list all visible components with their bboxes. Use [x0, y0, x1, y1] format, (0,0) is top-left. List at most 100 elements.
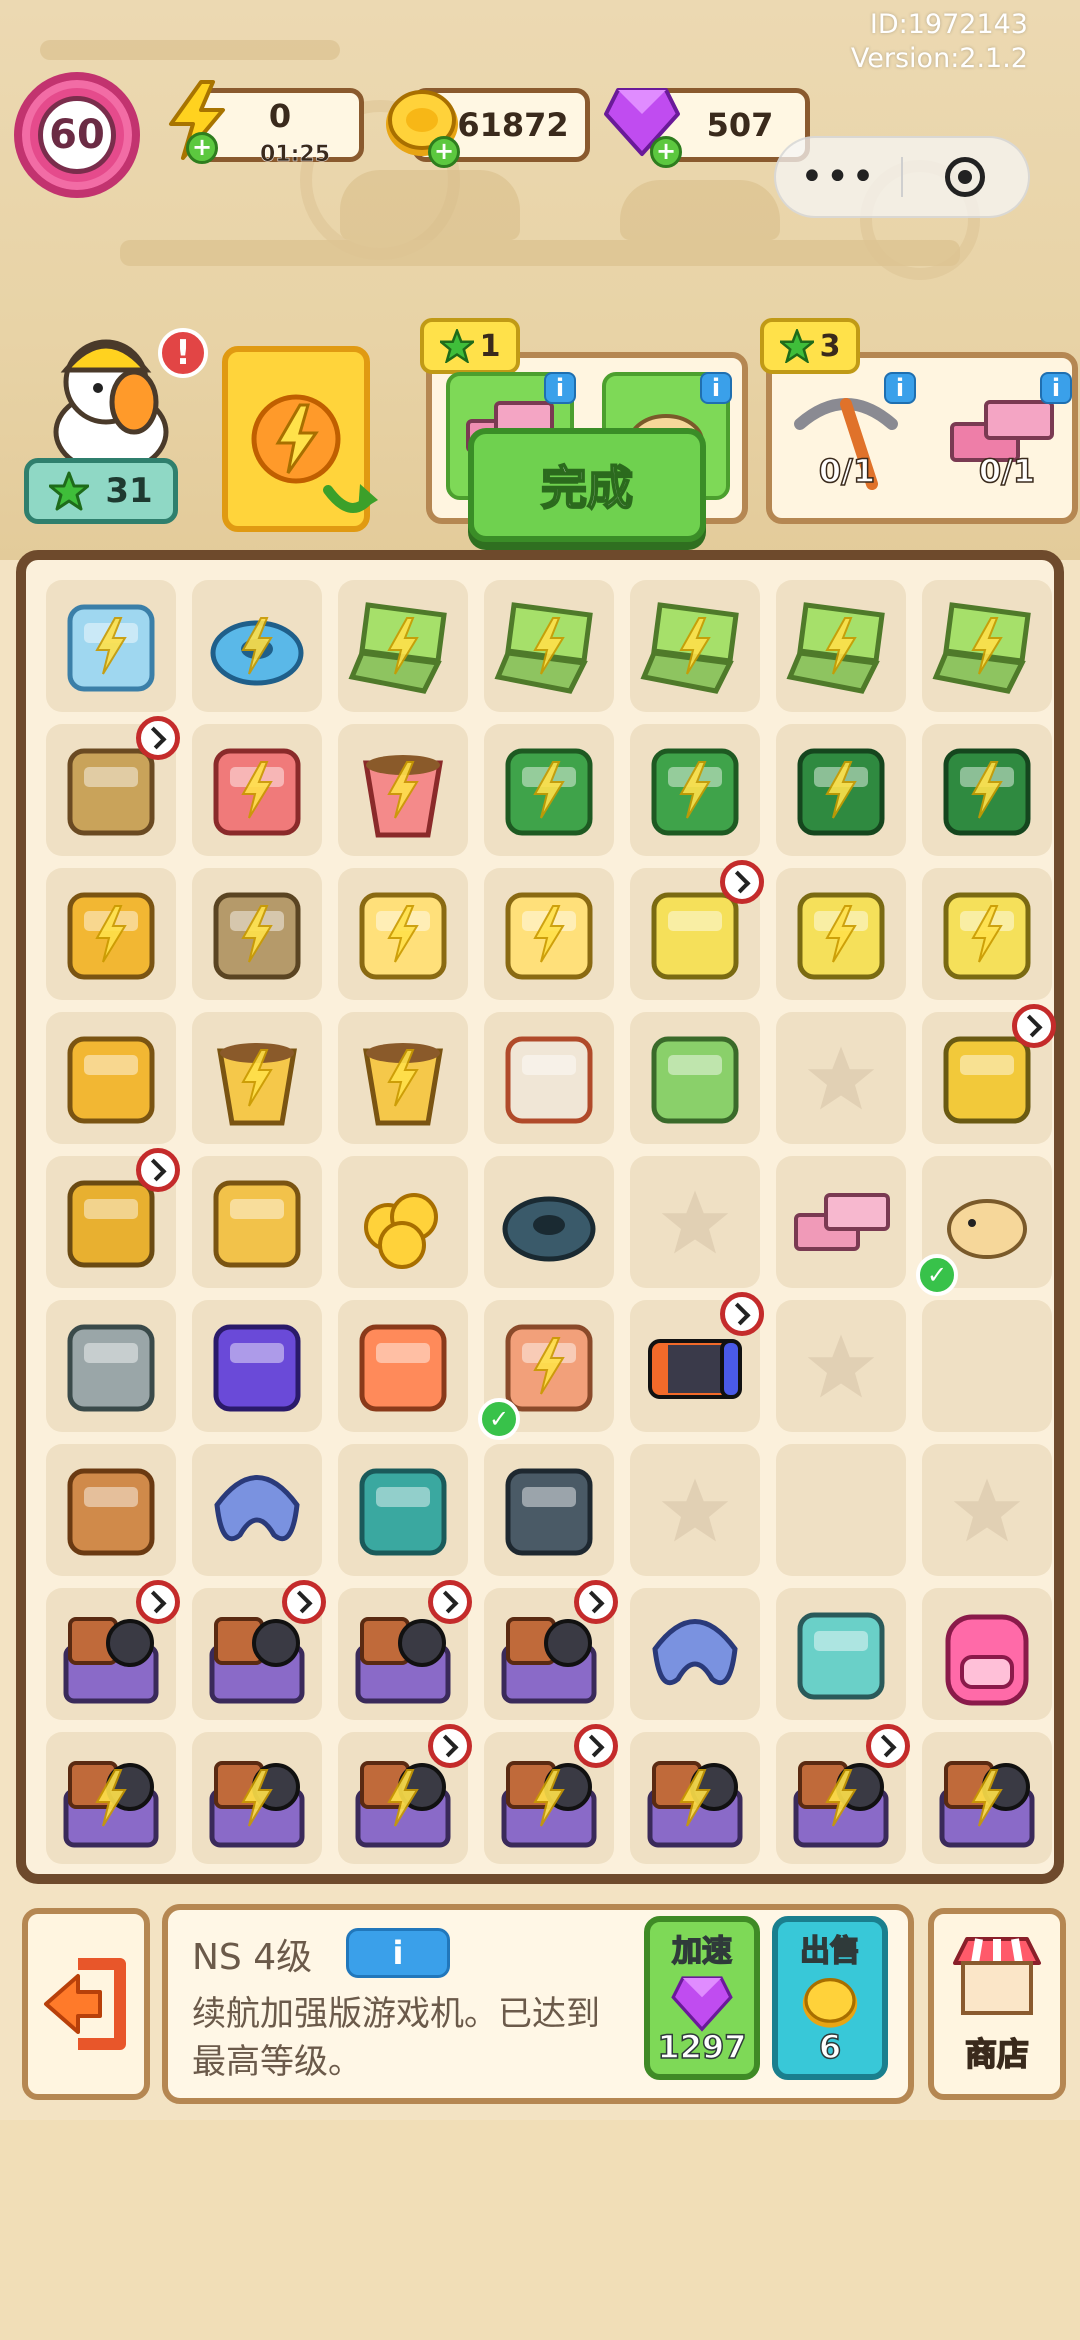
alert-icon[interactable]: !: [158, 328, 208, 378]
board-cell[interactable]: ✓: [916, 1156, 1052, 1296]
board-cell[interactable]: [46, 1580, 180, 1720]
energy-timer: 01:25: [259, 142, 331, 168]
board-cell[interactable]: [46, 1012, 176, 1144]
merge-bolt-icon: [971, 761, 1003, 819]
leather-stool-icon: [52, 1451, 170, 1569]
spray-bottle-icon: [636, 1019, 754, 1137]
board-cell[interactable]: [630, 1732, 760, 1864]
board-cell[interactable]: [192, 1012, 322, 1144]
board-cell[interactable]: [484, 1156, 614, 1288]
paint-can-icon: [490, 1019, 608, 1137]
board-cell[interactable]: ✓: [478, 1300, 614, 1440]
board-cell[interactable]: [46, 1732, 176, 1864]
sell-button[interactable]: 出售 6: [772, 1916, 888, 2080]
board-cell[interactable]: [192, 1300, 322, 1432]
board-cell[interactable]: [630, 1588, 760, 1720]
board-cell[interactable]: [338, 1012, 468, 1144]
more-dots-icon[interactable]: •••: [776, 154, 901, 200]
board-cell[interactable]: [484, 1012, 614, 1144]
item-info-button[interactable]: i: [346, 1928, 450, 1978]
board-cell[interactable]: [776, 1588, 906, 1720]
board-cell[interactable]: [922, 1588, 1052, 1720]
board-cell[interactable]: [484, 580, 614, 712]
add-energy-button[interactable]: +: [186, 132, 218, 164]
info-icon[interactable]: i: [884, 372, 916, 404]
board-cell[interactable]: [338, 1444, 468, 1576]
timer-icon: [136, 1148, 180, 1192]
board-cell[interactable]: [192, 1580, 326, 1720]
board-cell[interactable]: [192, 724, 322, 856]
board-cell[interactable]: [46, 716, 180, 856]
merge-bolt-icon: [533, 1337, 565, 1395]
merge-bolt-icon: [387, 905, 419, 963]
info-icon[interactable]: i: [1040, 372, 1072, 404]
board-cell[interactable]: [922, 724, 1052, 856]
merge-bolt-icon: [533, 1769, 565, 1827]
shop-button[interactable]: 商店: [928, 1908, 1066, 2100]
board-cell-blank[interactable]: [922, 1300, 1052, 1432]
board-cell[interactable]: [776, 1300, 906, 1432]
board-cell[interactable]: [46, 1148, 180, 1288]
board-cell[interactable]: [776, 1012, 906, 1144]
exit-button[interactable]: [22, 1908, 150, 2100]
board-cell[interactable]: [338, 1300, 468, 1432]
board-cell[interactable]: [192, 1156, 322, 1288]
board-cell[interactable]: [776, 1724, 910, 1864]
board-cell[interactable]: [776, 868, 906, 1000]
empty-slot-star-icon: [661, 1190, 729, 1254]
board-cell[interactable]: [922, 868, 1052, 1000]
board-cell[interactable]: [338, 1580, 472, 1720]
board-cell[interactable]: [338, 1156, 468, 1288]
board-cell[interactable]: [922, 1004, 1056, 1144]
target-circle-icon[interactable]: [903, 157, 1028, 197]
board-cell[interactable]: [484, 724, 614, 856]
miniprogram-capsule: •••: [774, 136, 1030, 218]
board-cell[interactable]: [46, 1444, 176, 1576]
board-cell-blank[interactable]: [776, 1444, 906, 1576]
board-cell[interactable]: [630, 1444, 760, 1576]
board-cell[interactable]: [484, 868, 614, 1000]
board-cell[interactable]: [46, 868, 176, 1000]
merge-bolt-icon: [241, 905, 273, 963]
board-cell[interactable]: [338, 868, 468, 1000]
board-cell[interactable]: [922, 1444, 1052, 1576]
timer-icon: [428, 1724, 472, 1768]
board-cell[interactable]: [630, 1292, 764, 1432]
board-cell[interactable]: [46, 580, 176, 712]
board-cell[interactable]: [484, 1580, 618, 1720]
board-cell[interactable]: [630, 724, 760, 856]
empty-slot-star-icon: [807, 1046, 875, 1110]
headphones-icon: [344, 1307, 462, 1425]
board-cell[interactable]: [484, 1724, 618, 1864]
board-cell[interactable]: [630, 860, 764, 1000]
complete-quest-button[interactable]: 完成: [468, 428, 706, 542]
board-cell[interactable]: [338, 1724, 472, 1864]
board-cell[interactable]: [776, 1156, 906, 1288]
speedup-button[interactable]: 加速 1297: [644, 1916, 760, 2080]
board-cell[interactable]: [922, 1732, 1052, 1864]
quest-2-pickaxe-progress: 0/1: [818, 451, 876, 491]
merge-bolt-icon: [825, 905, 857, 963]
board-cell[interactable]: [192, 1444, 322, 1576]
player-level-badge[interactable]: 60: [14, 72, 140, 198]
board-cell[interactable]: [338, 580, 468, 712]
board-cell[interactable]: [922, 580, 1052, 712]
board-cell[interactable]: [192, 580, 322, 712]
refresh-arrow-icon: [323, 484, 378, 513]
board-cell[interactable]: [776, 580, 906, 712]
board-cell[interactable]: [338, 724, 468, 856]
board-cell[interactable]: [630, 1012, 760, 1144]
add-coins-button[interactable]: +: [428, 136, 460, 168]
board-cell[interactable]: [630, 580, 760, 712]
merge-bolt-icon: [533, 761, 565, 819]
info-icon[interactable]: i: [700, 372, 732, 404]
info-icon[interactable]: i: [544, 372, 576, 404]
board-cell[interactable]: [46, 1300, 176, 1432]
board-cell[interactable]: [192, 1732, 322, 1864]
board-cell[interactable]: [630, 1156, 760, 1288]
add-gems-button[interactable]: +: [650, 136, 682, 168]
board-cell[interactable]: [776, 724, 906, 856]
board-cell[interactable]: [192, 868, 322, 1000]
board-cell[interactable]: [484, 1444, 614, 1576]
timer-icon: [574, 1724, 618, 1768]
